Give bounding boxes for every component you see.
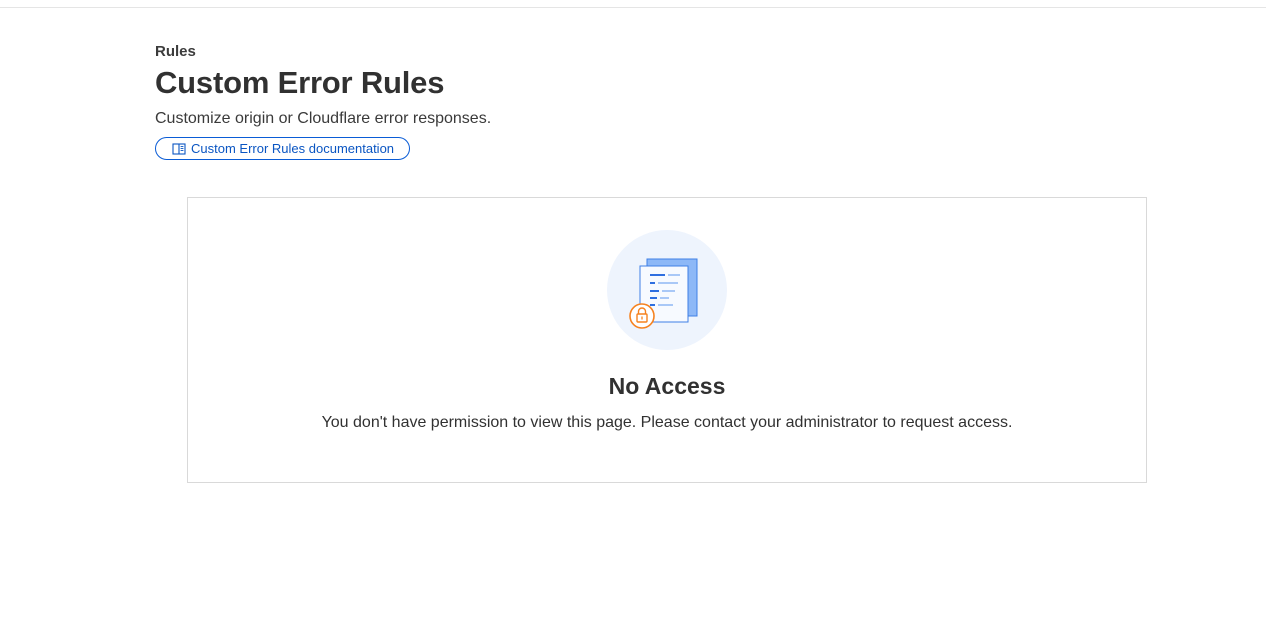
no-access-message: You don't have permission to view this p… <box>321 414 1013 431</box>
no-access-panel: No Access You don't have permission to v… <box>187 197 1147 483</box>
top-bar-divider <box>0 0 1266 8</box>
book-icon <box>172 142 186 156</box>
documentation-link-label: Custom Error Rules documentation <box>191 141 395 156</box>
documentation-link-button[interactable]: Custom Error Rules documentation <box>155 137 411 160</box>
page-header: Rules Custom Error Rules Customize origi… <box>155 42 491 161</box>
locked-document-icon <box>607 230 727 350</box>
page-description: Customize origin or Cloudflare error res… <box>155 110 492 127</box>
no-access-title: No Access <box>608 373 726 399</box>
page-title: Custom Error Rules <box>155 65 445 100</box>
breadcrumb: Rules <box>155 43 196 60</box>
